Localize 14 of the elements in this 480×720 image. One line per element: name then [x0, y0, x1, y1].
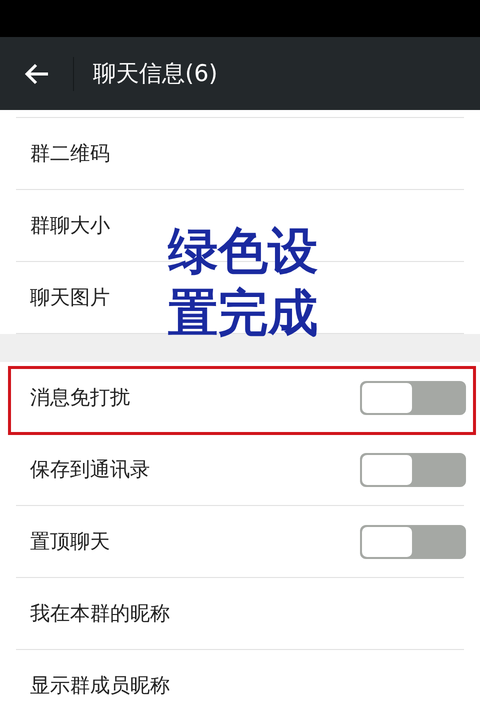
row-label: 消息免打扰 — [30, 384, 130, 411]
toggle-switch[interactable] — [360, 524, 466, 558]
toggle-switch[interactable] — [360, 380, 466, 414]
row-label: 群二维码 — [30, 140, 110, 167]
row-label: 我在本群的昵称 — [30, 600, 170, 627]
toggle-switch[interactable] — [360, 452, 466, 486]
back-arrow-icon — [24, 62, 50, 84]
row-label: 保存到通讯录 — [30, 456, 150, 483]
annotation-text: 绿色设 置完成 — [168, 220, 318, 344]
row-label: 群聊大小 — [30, 212, 110, 239]
row-label: 置顶聊天 — [30, 528, 110, 555]
row-label: 显示群成员昵称 — [30, 672, 170, 699]
row-label: 聊天图片 — [30, 284, 110, 311]
window-title: 聊天信息(6) — [93, 60, 218, 89]
